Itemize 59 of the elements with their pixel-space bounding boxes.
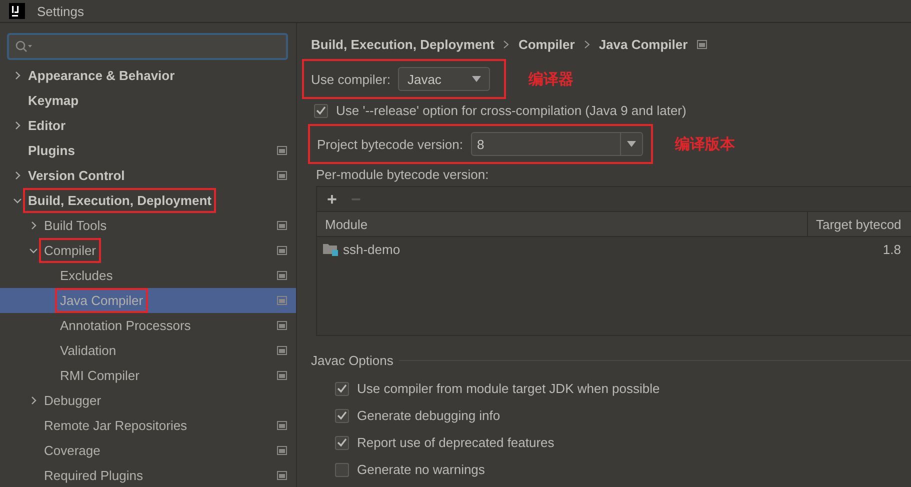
tree-item[interactable]: Required Plugins (0, 463, 296, 487)
table-cell-text: 1.8 (882, 240, 902, 258)
section-label: Per-module bytecode version: (316, 167, 490, 182)
tree-item[interactable]: Excludes (0, 263, 296, 288)
checkbox[interactable] (335, 408, 349, 422)
breadcrumb-item: Build, Execution, Deployment (311, 36, 494, 52)
column-header[interactable]: Module (317, 212, 807, 236)
project-scope-icon (696, 40, 707, 48)
tree-item[interactable]: Build Tools (0, 213, 296, 238)
tree-item[interactable]: Compiler (0, 238, 296, 263)
chevron-down-icon[interactable] (13, 196, 22, 205)
breadcrumb-item: Compiler (518, 36, 575, 52)
tree-item[interactable]: RMI Compiler (0, 363, 296, 388)
chevron-right-icon[interactable] (29, 221, 38, 230)
tree-item[interactable]: Java Compiler (0, 288, 296, 313)
annotation-note: 编译版本 (674, 134, 735, 154)
tree-item[interactable]: Coverage (0, 438, 296, 463)
checkbox-label: Use compiler from module target JDK when possible (357, 381, 660, 396)
module-folder-icon (323, 242, 338, 256)
field-label: Use compiler: (311, 72, 390, 86)
checkbox[interactable] (314, 104, 328, 118)
compiler-dropdown[interactable]: Javac (398, 67, 490, 91)
tree-item[interactable]: Editor (0, 113, 296, 138)
checkbox[interactable] (335, 382, 349, 396)
tree-item[interactable]: Version Control (0, 163, 296, 188)
tree-item[interactable]: Remote Jar Repositories (0, 413, 296, 438)
chevron-right-icon (584, 40, 590, 48)
chevron-right-icon[interactable] (29, 396, 38, 405)
chevron-right-icon[interactable] (13, 121, 22, 130)
window-title: Settings (37, 4, 84, 18)
checkbox-label: Use '--release' option for cross-compilation (Java 9 and later) (336, 103, 686, 118)
checkbox-label: Generate debugging info (357, 408, 500, 423)
table-cell: ssh-demo (317, 237, 807, 261)
checkbox[interactable] (335, 436, 349, 450)
checkbox-label: Generate no warnings (357, 462, 485, 477)
tree-item[interactable]: Annotation Processors (0, 313, 296, 338)
search-icon (15, 40, 33, 53)
checkbox-label: Report use of deprecated features (357, 435, 554, 450)
search-field[interactable] (7, 33, 288, 60)
dropdown-arrow-icon (626, 141, 636, 147)
tree-item[interactable]: Debugger (0, 388, 296, 413)
chevron-down-icon[interactable] (29, 246, 38, 255)
tree-item[interactable]: Plugins (0, 138, 296, 163)
chevron-right-icon[interactable] (13, 71, 22, 80)
tree-item[interactable]: Appearance & Behavior (0, 63, 296, 88)
app-logo-icon (9, 3, 25, 19)
add-button[interactable]: + (325, 190, 339, 208)
column-header[interactable]: Target bytecod (807, 212, 911, 236)
dropdown-arrow-icon (472, 76, 482, 82)
chevron-right-icon[interactable] (13, 171, 22, 180)
group-title: Javac Options (311, 352, 394, 368)
field-label: Project bytecode version: (317, 136, 463, 152)
annotation-note: 编译器 (528, 70, 574, 88)
tree-item[interactable]: Keymap (0, 88, 296, 113)
bytecode-version-dropdown[interactable]: 8 (470, 132, 643, 156)
breadcrumb-item: Java Compiler (598, 36, 688, 52)
tree-item[interactable]: Validation (0, 338, 296, 363)
checkbox[interactable] (335, 462, 349, 476)
chevron-right-icon (503, 40, 510, 48)
